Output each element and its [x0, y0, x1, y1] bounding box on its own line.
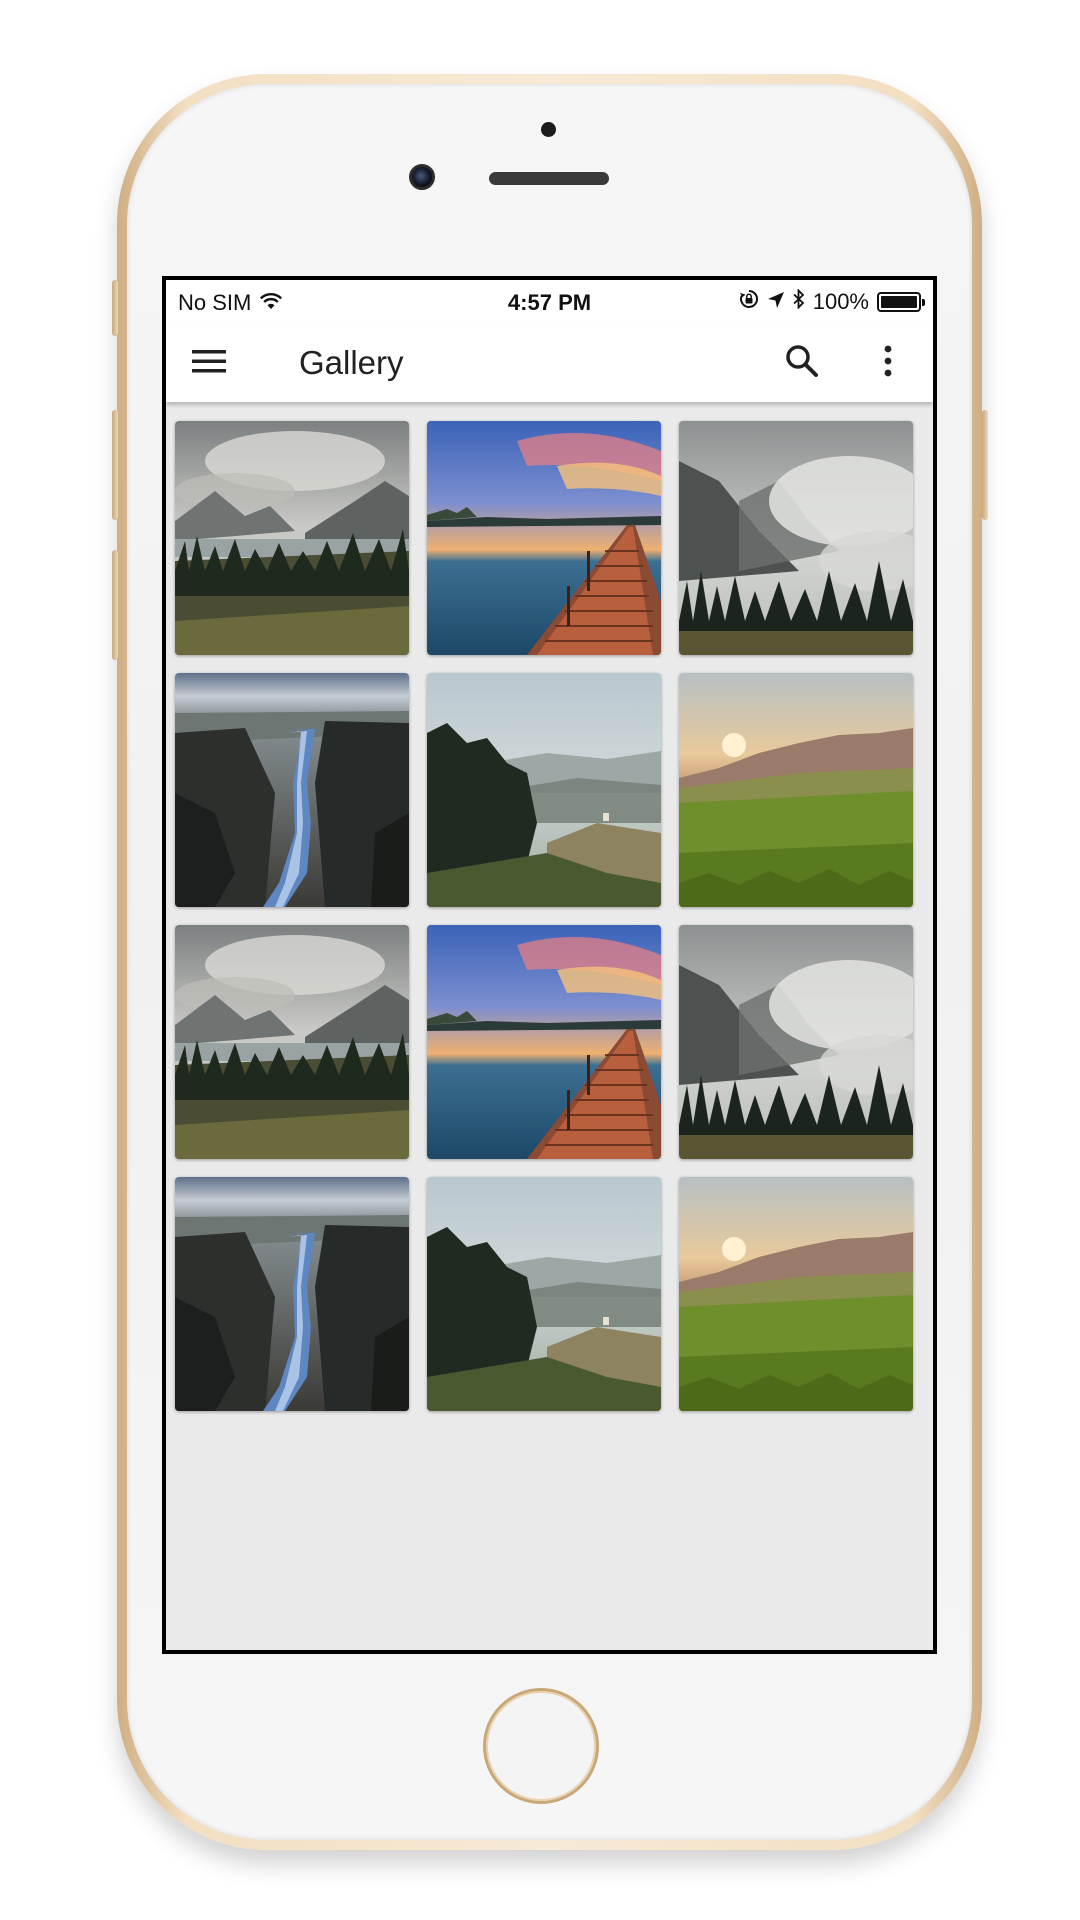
app-screen: No SIM 4:57 PM 100% Gallery [166, 280, 933, 1650]
more-options-button[interactable] [865, 340, 911, 386]
battery-level [881, 296, 917, 308]
proximity-sensor [541, 122, 556, 137]
photo-image [679, 421, 913, 655]
photo-image [427, 1177, 661, 1411]
photo-image [175, 421, 409, 655]
status-right: 100% [739, 288, 925, 315]
location-arrow-icon [767, 289, 785, 315]
earpiece-speaker [489, 172, 609, 185]
photo-thumbnail[interactable] [175, 421, 409, 655]
page-title: Gallery [299, 344, 404, 381]
menu-icon [192, 348, 226, 379]
photo-thumbnail[interactable] [175, 1177, 409, 1411]
photo-thumbnail[interactable] [679, 925, 913, 1159]
photo-image [679, 673, 913, 907]
photo-image [679, 1177, 913, 1411]
photo-image [175, 1177, 409, 1411]
home-button[interactable] [483, 1688, 599, 1804]
photo-thumbnail[interactable] [175, 925, 409, 1159]
photo-grid [175, 421, 913, 1411]
photo-thumbnail[interactable] [679, 673, 913, 907]
more-vert-icon [883, 345, 893, 382]
photo-thumbnail[interactable] [427, 421, 661, 655]
volume-down-button [112, 550, 118, 660]
photo-image [175, 673, 409, 907]
photo-image [427, 421, 661, 655]
orientation-lock-icon [739, 289, 759, 315]
photo-image [427, 925, 661, 1159]
photo-thumbnail[interactable] [427, 673, 661, 907]
photo-thumbnail[interactable] [679, 1177, 913, 1411]
phone-screen: No SIM 4:57 PM 100% Gallery [162, 276, 937, 1654]
battery-percent: 100% [812, 289, 869, 314]
front-camera [409, 164, 435, 190]
power-button [982, 410, 988, 520]
battery-icon [877, 292, 925, 312]
menu-button[interactable] [188, 342, 230, 384]
photo-thumbnail[interactable] [427, 1177, 661, 1411]
search-button[interactable] [779, 340, 825, 386]
bluetooth-icon [793, 288, 805, 315]
photo-image [427, 673, 661, 907]
search-icon [785, 344, 819, 383]
photo-thumbnail[interactable] [427, 925, 661, 1159]
photo-thumbnail[interactable] [175, 673, 409, 907]
status-bar: No SIM 4:57 PM 100% [166, 280, 933, 324]
photo-image [175, 925, 409, 1159]
mute-switch [112, 280, 118, 336]
photo-image [679, 925, 913, 1159]
photo-thumbnail[interactable] [679, 421, 913, 655]
app-bar: Gallery [166, 324, 933, 402]
volume-up-button [112, 410, 118, 520]
